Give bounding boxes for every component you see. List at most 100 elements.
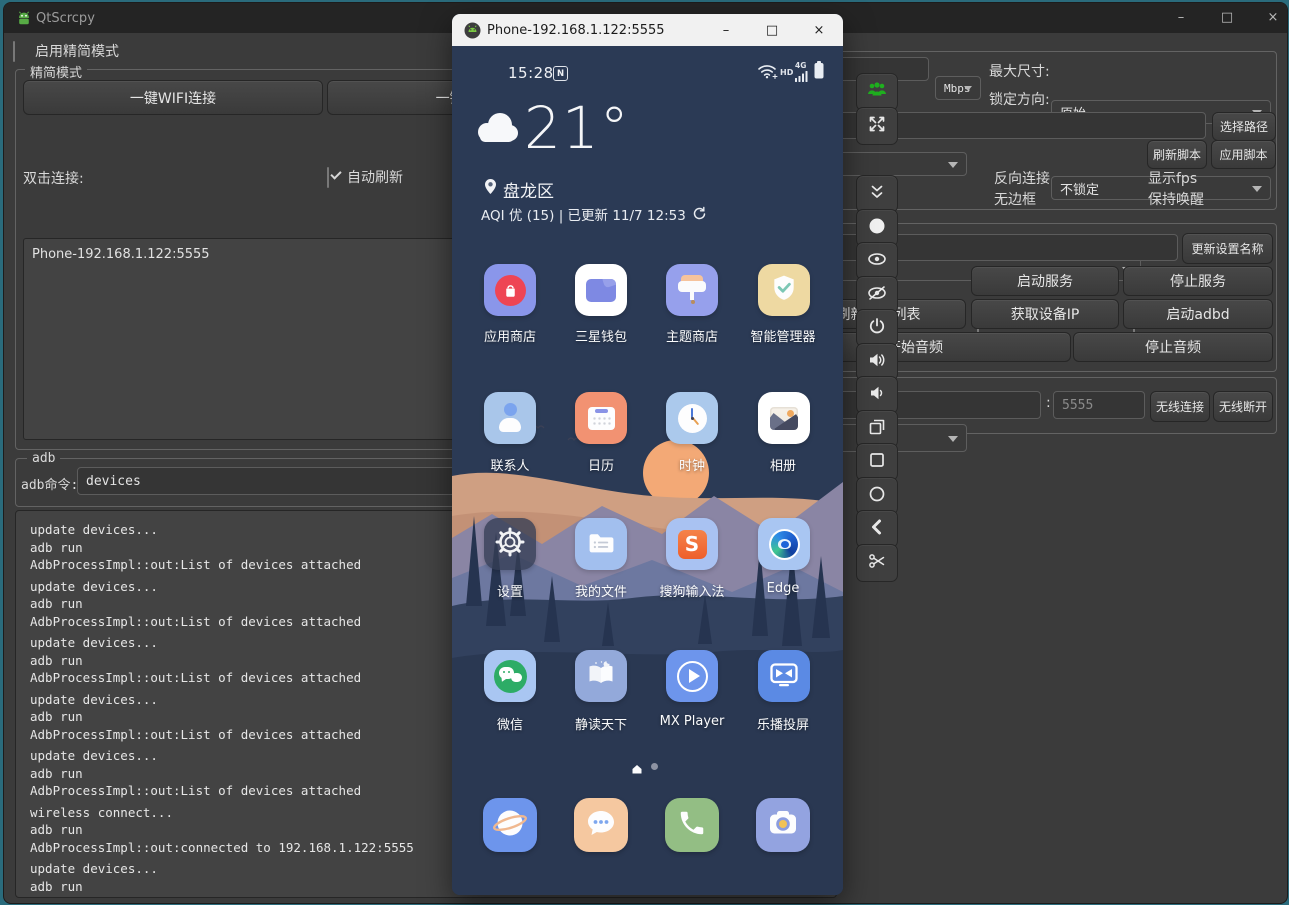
minimize-button[interactable]: –	[1159, 3, 1203, 31]
app-label: 联系人	[465, 455, 555, 474]
minimize-button[interactable]: –	[704, 14, 748, 46]
edge-logo-icon	[769, 529, 800, 560]
back-button[interactable]	[856, 510, 898, 548]
refresh-script-button[interactable]: 刷新脚本	[1147, 140, 1207, 169]
power-button[interactable]	[856, 309, 898, 347]
eye-icon	[866, 249, 888, 273]
paint-roller-icon	[678, 275, 706, 305]
screen-clip-button[interactable]	[856, 544, 898, 582]
gallery-icon[interactable]	[758, 392, 810, 444]
chevron-down-icon	[1252, 186, 1262, 192]
phone-screen[interactable]: 15:28 N HD 4G 21° 盘龙区 AQI 优 (15) | 已更新 1…	[452, 46, 843, 895]
app-store-icon[interactable]	[484, 264, 536, 316]
start-service-button[interactable]: 启动服务	[971, 266, 1119, 296]
location-pin-icon	[484, 178, 497, 199]
edge-icon[interactable]	[758, 518, 810, 570]
mx-player-icon[interactable]	[666, 650, 718, 702]
auto-refresh-checkbox[interactable]	[327, 167, 329, 188]
dock-messages-icon[interactable]	[574, 798, 628, 852]
cloud-icon	[474, 112, 520, 147]
app-label: 微信	[465, 714, 555, 733]
clock-face-icon	[678, 404, 707, 433]
gear-icon	[494, 526, 526, 562]
shield-check-icon	[771, 274, 797, 306]
wireless-connect-button[interactable]: 无线连接	[1150, 391, 1210, 422]
battery-icon	[814, 61, 824, 83]
expand-notification-button[interactable]	[856, 175, 898, 213]
screen-on-button[interactable]	[856, 242, 898, 280]
lebo-cast-icon[interactable]	[758, 650, 810, 702]
close-button[interactable]: ×	[1251, 3, 1288, 31]
dock-browser-icon[interactable]	[483, 798, 537, 852]
volume-down-button[interactable]	[856, 376, 898, 414]
double-chevron-down-icon	[867, 182, 887, 206]
scissors-icon	[867, 551, 887, 575]
lite-mode-group-title: 精简模式	[25, 62, 87, 81]
maximize-button[interactable]: □	[1205, 3, 1249, 31]
chevron-down-icon	[964, 86, 972, 91]
group-control-button[interactable]	[856, 73, 898, 111]
update-config-name-button[interactable]: 更新设置名称	[1182, 233, 1273, 264]
volume-up-icon	[867, 350, 887, 374]
moon-reader-icon[interactable]	[575, 650, 627, 702]
chevron-down-icon	[948, 436, 958, 442]
port-input[interactable]	[1053, 391, 1145, 419]
refresh-icon[interactable]	[692, 205, 706, 224]
camera-icon	[766, 808, 800, 842]
app-label: 静读天下	[556, 714, 646, 733]
get-device-ip-button[interactable]: 获取设备IP	[971, 299, 1119, 329]
fullscreen-icon	[867, 114, 887, 138]
smart-manager-icon[interactable]	[758, 264, 810, 316]
open-book-icon	[586, 661, 616, 692]
page-indicator-dot[interactable]	[651, 763, 658, 770]
keep-awake-label: 保持唤醒	[1148, 189, 1204, 209]
samsung-wallet-icon[interactable]	[575, 264, 627, 316]
calendar-icon[interactable]	[575, 392, 627, 444]
app-label: 智能管理器	[738, 326, 828, 345]
close-button[interactable]: ×	[797, 14, 841, 46]
square-icon	[867, 450, 887, 474]
bitrate-unit-combo[interactable]: Mbps	[935, 76, 981, 100]
enable-lite-mode-checkbox[interactable]	[13, 41, 15, 62]
stop-audio-button[interactable]: 停止音频	[1073, 332, 1273, 362]
shopping-bag-icon	[495, 275, 526, 306]
folder-icon	[587, 530, 616, 559]
dock-phone-icon[interactable]	[665, 798, 719, 852]
cast-screen-icon	[769, 661, 799, 692]
app-label: 设置	[465, 581, 555, 600]
wireless-disconnect-button[interactable]: 无线断开	[1213, 391, 1273, 422]
app-label: 搜狗输入法	[647, 581, 737, 600]
select-path-button[interactable]: 选择路径	[1212, 112, 1276, 141]
page-indicator-home-icon[interactable]	[631, 760, 643, 779]
contacts-icon[interactable]	[484, 392, 536, 444]
settings-icon[interactable]	[484, 518, 536, 570]
phone-titlebar[interactable]: Phone-192.168.1.122:5555 – □ ×	[452, 14, 843, 46]
fullscreen-button[interactable]	[856, 107, 898, 145]
wechat-icon[interactable]	[484, 650, 536, 702]
app-label: 日历	[556, 455, 646, 474]
double-click-connect-label: 双击连接:	[23, 168, 84, 188]
wallet-icon	[586, 279, 616, 302]
signal-icon	[795, 67, 808, 86]
planet-browser-icon	[492, 806, 528, 844]
apply-script-button[interactable]: 应用脚本	[1211, 140, 1276, 169]
app-label: 主题商店	[647, 326, 737, 345]
chevron-down-icon	[948, 162, 958, 168]
maximize-button[interactable]: □	[750, 14, 794, 46]
weather-aqi-text: AQI 优 (15) | 已更新 11/7 12:53	[481, 204, 686, 224]
my-files-icon[interactable]	[575, 518, 627, 570]
eye-off-icon	[866, 283, 888, 307]
stop-service-button[interactable]: 停止服务	[1123, 266, 1273, 296]
start-adbd-button[interactable]: 启动adbd	[1123, 299, 1273, 329]
group-control-icon	[866, 81, 888, 103]
clock-icon[interactable]	[666, 392, 718, 444]
one-key-wifi-button[interactable]: 一键WIFI连接	[23, 80, 323, 115]
weather-aqi-row: AQI 优 (15) | 已更新 11/7 12:53	[481, 204, 706, 224]
sogou-input-icon[interactable]: S	[666, 518, 718, 570]
dock-camera-icon[interactable]	[756, 798, 810, 852]
adb-command-label: adb命令:	[21, 474, 78, 493]
menu-button[interactable]	[856, 443, 898, 481]
app-label: 应用商店	[465, 326, 555, 345]
ip-port-separator: :	[1046, 395, 1051, 411]
theme-store-icon[interactable]	[666, 264, 718, 316]
